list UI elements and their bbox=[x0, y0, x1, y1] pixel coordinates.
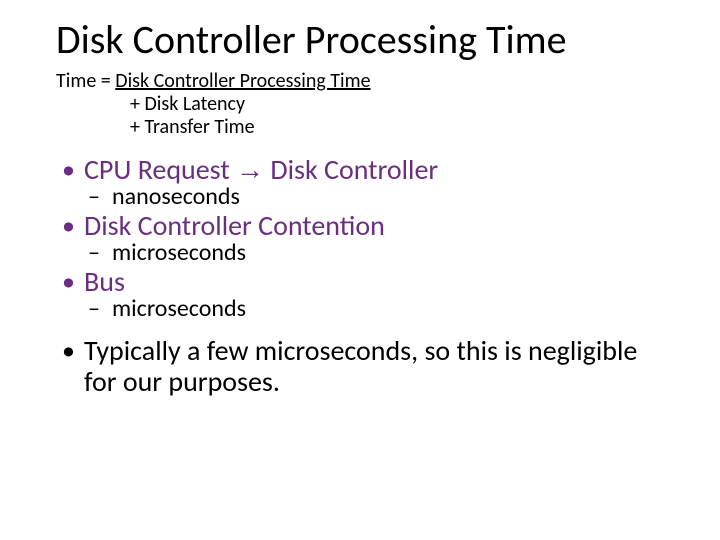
item-sub: microseconds bbox=[84, 240, 664, 266]
list-item: CPU Request → Disk Controller nanosecond… bbox=[56, 155, 664, 211]
formula-rhs-underlined: Disk Controller Processing Time bbox=[115, 69, 370, 93]
component-list: CPU Request → Disk Controller nanosecond… bbox=[56, 155, 664, 322]
list-item: Bus microseconds bbox=[56, 267, 664, 323]
arrow-icon: → bbox=[236, 154, 264, 185]
formula-line-2: + Disk Latency bbox=[56, 93, 664, 116]
list-item: Disk Controller Contention microseconds bbox=[56, 211, 664, 267]
formula-lhs: Time = bbox=[56, 69, 115, 93]
slide: Disk Controller Processing Time Time = D… bbox=[0, 0, 720, 540]
formula-line-3: + Transfer Time bbox=[56, 116, 664, 139]
conclusion-list: Typically a few microseconds, so this is… bbox=[56, 336, 664, 396]
slide-title: Disk Controller Processing Time bbox=[56, 18, 664, 62]
item-label-post: Disk Controller bbox=[264, 152, 438, 187]
conclusion-item: Typically a few microseconds, so this is… bbox=[56, 336, 664, 396]
item-sub: microseconds bbox=[84, 296, 664, 322]
time-formula: Time = Disk Controller Processing Time +… bbox=[56, 70, 664, 139]
